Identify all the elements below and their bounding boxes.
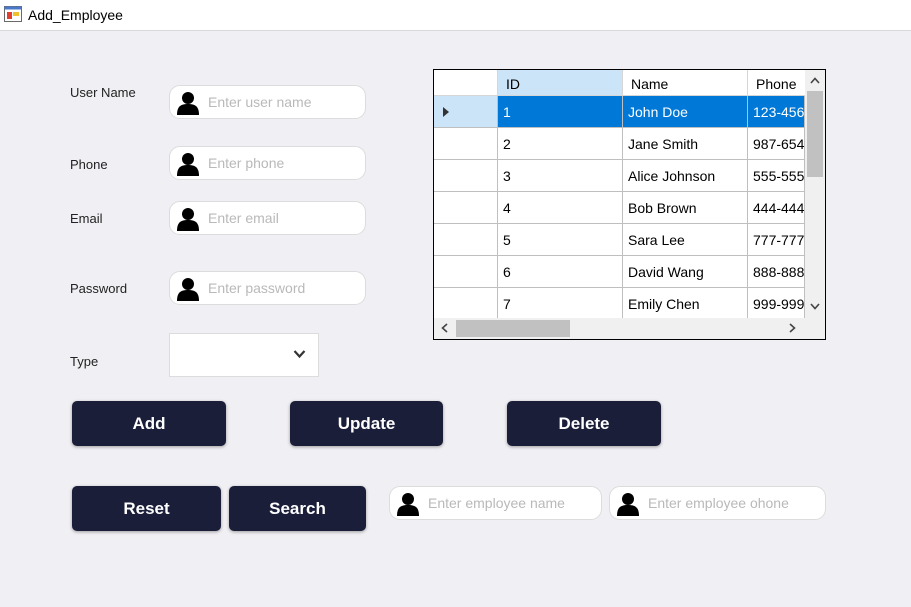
grid-cell-phone[interactable]: 123-456 bbox=[748, 96, 805, 128]
search-button[interactable]: Search bbox=[229, 486, 366, 531]
grid-cell-phone[interactable]: 777-777 bbox=[748, 224, 805, 256]
phone-field[interactable] bbox=[169, 146, 366, 180]
grid-cell-id[interactable]: 5 bbox=[498, 224, 623, 256]
app-icon bbox=[4, 6, 22, 22]
type-label: Type bbox=[70, 354, 99, 369]
password-label: Password bbox=[70, 281, 128, 296]
row-header[interactable] bbox=[434, 160, 498, 192]
grid-cell-id[interactable]: 7 bbox=[498, 288, 623, 320]
column-header-name[interactable]: Name bbox=[623, 70, 748, 96]
username-input[interactable] bbox=[208, 92, 358, 112]
grid-cell-name[interactable]: John Doe bbox=[623, 96, 748, 128]
window-title: Add_Employee bbox=[28, 7, 123, 23]
row-header[interactable] bbox=[434, 288, 498, 320]
grid-cell-phone[interactable]: 555-555 bbox=[748, 160, 805, 192]
scroll-left-icon[interactable] bbox=[441, 323, 448, 333]
horizontal-scroll-thumb[interactable] bbox=[456, 320, 570, 337]
email-label: Email bbox=[70, 211, 103, 226]
scrollbar-corner bbox=[805, 318, 825, 339]
grid-cell-name[interactable]: Jane Smith bbox=[623, 128, 748, 160]
vertical-scroll-thumb[interactable] bbox=[807, 91, 823, 177]
email-field[interactable] bbox=[169, 201, 366, 235]
username-field[interactable] bbox=[169, 85, 366, 119]
grid-cell-name[interactable]: Bob Brown bbox=[623, 192, 748, 224]
user-icon bbox=[177, 152, 199, 176]
row-header[interactable] bbox=[434, 128, 498, 160]
row-header[interactable] bbox=[434, 256, 498, 288]
grid-corner-header bbox=[434, 70, 498, 96]
grid-cell-name[interactable]: Alice Johnson bbox=[623, 160, 748, 192]
title-bar: Add_Employee bbox=[0, 0, 911, 31]
email-input[interactable] bbox=[208, 208, 358, 228]
user-icon bbox=[177, 277, 199, 301]
row-header[interactable] bbox=[434, 192, 498, 224]
password-input[interactable] bbox=[208, 278, 358, 298]
chevron-down-icon bbox=[293, 350, 306, 359]
grid-cell-id[interactable]: 3 bbox=[498, 160, 623, 192]
add-button[interactable]: Add bbox=[72, 401, 226, 446]
scroll-up-icon[interactable] bbox=[810, 77, 820, 84]
phone-label: Phone bbox=[70, 157, 108, 172]
type-dropdown[interactable] bbox=[169, 333, 319, 377]
horizontal-scrollbar[interactable] bbox=[434, 318, 825, 339]
grid-cell-id[interactable]: 1 bbox=[498, 96, 623, 128]
update-button[interactable]: Update bbox=[290, 401, 443, 446]
grid-cell-name[interactable]: Sara Lee bbox=[623, 224, 748, 256]
employee-phone-search-input[interactable] bbox=[648, 493, 820, 513]
delete-button[interactable]: Delete bbox=[507, 401, 661, 446]
employee-name-search-field[interactable] bbox=[389, 486, 602, 520]
column-header-phone[interactable]: Phone bbox=[748, 70, 808, 96]
user-icon bbox=[617, 492, 639, 516]
user-icon bbox=[397, 492, 419, 516]
vertical-scrollbar[interactable] bbox=[805, 70, 825, 318]
user-icon bbox=[177, 207, 199, 231]
row-header[interactable] bbox=[434, 96, 498, 128]
grid-cell-id[interactable]: 2 bbox=[498, 128, 623, 160]
current-row-arrow-icon bbox=[443, 107, 449, 117]
grid-cell-id[interactable]: 6 bbox=[498, 256, 623, 288]
scroll-down-icon[interactable] bbox=[810, 303, 820, 310]
grid-cell-id[interactable]: 4 bbox=[498, 192, 623, 224]
row-header[interactable] bbox=[434, 224, 498, 256]
employee-phone-search-field[interactable] bbox=[609, 486, 826, 520]
user-icon bbox=[177, 91, 199, 115]
grid-cell-name[interactable]: Emily Chen bbox=[623, 288, 748, 320]
grid-cell-phone[interactable]: 888-888 bbox=[748, 256, 805, 288]
grid-cell-phone[interactable]: 999-999 bbox=[748, 288, 805, 320]
scroll-right-icon[interactable] bbox=[789, 323, 796, 333]
username-label: User Name bbox=[70, 85, 136, 100]
grid-cell-phone[interactable]: 987-654 bbox=[748, 128, 805, 160]
password-field[interactable] bbox=[169, 271, 366, 305]
employee-name-search-input[interactable] bbox=[428, 493, 596, 513]
reset-button[interactable]: Reset bbox=[72, 486, 221, 531]
phone-input[interactable] bbox=[208, 153, 358, 173]
grid-cell-name[interactable]: David Wang bbox=[623, 256, 748, 288]
column-header-id[interactable]: ID bbox=[498, 70, 623, 96]
grid-cell-phone[interactable]: 444-444 bbox=[748, 192, 805, 224]
employee-grid[interactable]: ID Name Phone 1 John Doe 123-456 2 Jane … bbox=[433, 69, 826, 340]
